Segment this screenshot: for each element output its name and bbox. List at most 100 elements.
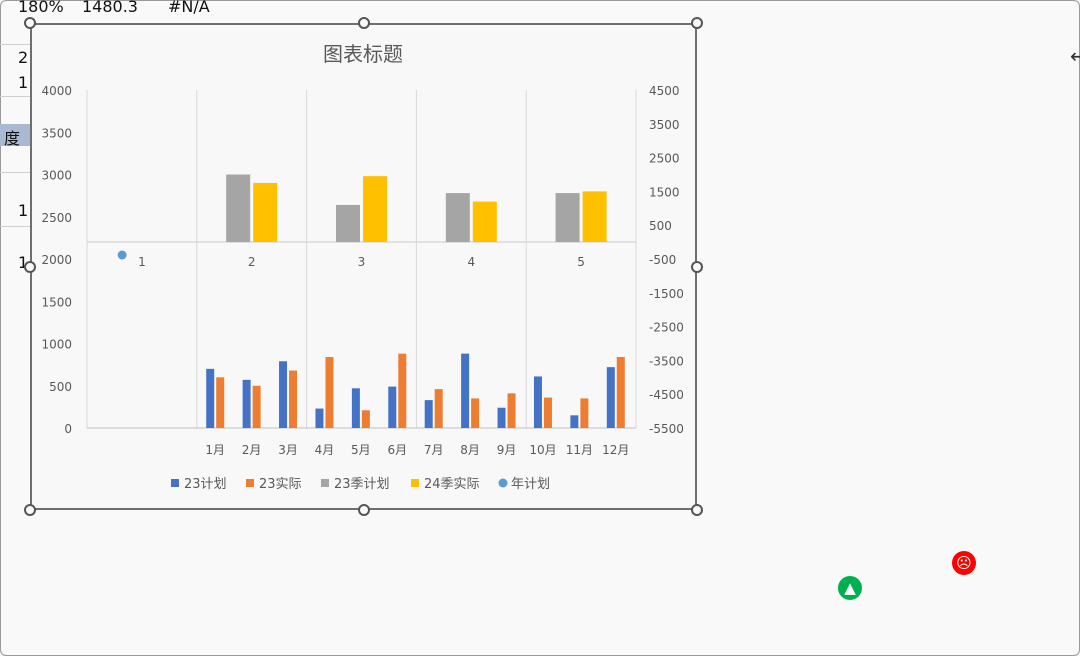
resize-handle-left[interactable] (24, 261, 36, 273)
quarter-tick-label: 4 (467, 255, 475, 269)
y2-tick-label: 3500 (649, 118, 680, 132)
cell-value[interactable]: 1480.3 (82, 0, 138, 16)
bar-month-23-plan (351, 388, 360, 428)
bar-month-23-plan (279, 361, 288, 428)
chart-title: 图表标题 (323, 42, 403, 66)
bar-month-23-plan (606, 367, 615, 428)
legend-label: 23实际 (259, 477, 302, 492)
y2-tick-label: -500 (649, 253, 676, 267)
chart-area[interactable]: 图表标题 4000 3500 3000 2500 2000 1500 1000 500 0 4 50… (30, 23, 697, 510)
month-tick-label: 1月 (205, 443, 225, 457)
y2-tick-label: -4500 (649, 388, 684, 402)
row-divider (0, 44, 30, 45)
bar-month-23-plan (424, 400, 433, 428)
month-tick-label: 5月 (351, 443, 371, 457)
month-tick-label: 6月 (387, 443, 407, 457)
legend-label: 年计划 (511, 477, 550, 492)
bar-month-23-actual (507, 393, 516, 428)
month-tick-label: 8月 (460, 443, 480, 457)
resize-handle-top-right[interactable] (691, 17, 703, 29)
bar-quarter-24-actual (582, 191, 607, 242)
bar-month-23-actual (325, 357, 334, 428)
bar-month-23-plan (242, 379, 251, 428)
month-tick-label: 3月 (278, 443, 298, 457)
thumbs-up-icon: ▲ (838, 576, 862, 600)
quarter-tick-label: 2 (248, 255, 256, 269)
bar-month-23-actual (289, 370, 298, 428)
month-tick-label: 7月 (424, 443, 444, 457)
cell-row4: 度 (4, 129, 21, 148)
bar-quarter-23-plan (555, 193, 580, 242)
annual-plan-point (117, 250, 127, 260)
legend-marker (321, 479, 329, 487)
resize-handle-right[interactable] (691, 261, 703, 273)
combo-chart: 图表标题 4000 3500 3000 2500 2000 1500 1000 500 0 4 50… (41, 42, 684, 492)
y-tick-label: 4000 (41, 84, 72, 98)
row-divider (0, 226, 30, 227)
sad-face-icon: ☹ (952, 551, 976, 575)
bar-month-23-plan (533, 376, 542, 428)
bar-month-23-actual (361, 410, 370, 428)
bar-quarter-24-actual (472, 201, 497, 242)
legend-label: 23计划 (184, 477, 227, 492)
y2-tick-label: -1500 (649, 287, 684, 301)
resize-handle-bottom[interactable] (358, 504, 370, 516)
bar-month-23-plan (206, 368, 215, 428)
resize-cursor-icon: ↔ (1070, 44, 1080, 68)
resize-handle-bottom-right[interactable] (691, 504, 703, 516)
y-tick-label: 2500 (41, 211, 72, 225)
bar-month-23-plan (388, 386, 397, 428)
bar-month-23-actual (398, 353, 407, 428)
month-tick-label: 11月 (566, 443, 593, 457)
y-tick-label: 1500 (41, 295, 72, 309)
bar-month-23-actual (252, 385, 261, 428)
month-tick-label: 4月 (315, 443, 335, 457)
y2-tick-label: 2500 (649, 152, 680, 166)
month-tick-label: 9月 (497, 443, 517, 457)
y-tick-label: 3000 (41, 169, 72, 183)
y2-tick-label: 1500 (649, 185, 680, 199)
legend-label: 24季实际 (424, 477, 480, 492)
month-tick-label: 2月 (242, 443, 262, 457)
bar-month-23-actual (434, 389, 443, 428)
y-tick-label: 3500 (41, 126, 72, 140)
bar-quarter-24-actual (363, 176, 387, 242)
quarter-tick-label: 3 (358, 255, 366, 269)
bar-quarter-23-plan (445, 193, 470, 242)
y2-tick-label: -2500 (649, 321, 684, 335)
cell-row5[interactable]: 1 (18, 201, 28, 220)
cell-row2[interactable]: 2 (18, 48, 28, 67)
resize-handle-top[interactable] (358, 17, 370, 29)
legend-marker (498, 478, 508, 488)
bar-quarter-23-plan (226, 174, 251, 242)
month-tick-label: 10月 (529, 443, 556, 457)
y2-tick-label: 500 (649, 219, 672, 233)
resize-handle-top-left[interactable] (24, 17, 36, 29)
y-tick-label: 500 (49, 380, 72, 394)
row-divider (0, 96, 30, 97)
cell-percent[interactable]: 180% (18, 0, 64, 16)
cell-row3[interactable]: 1 (18, 73, 28, 92)
y2-tick-label: -5500 (649, 422, 684, 436)
y-tick-label: 1000 (41, 338, 72, 352)
bar-month-23-plan (315, 408, 324, 428)
bar-month-23-plan (570, 415, 579, 428)
cell-na[interactable]: #N/A (168, 0, 210, 16)
bar-month-23-actual (580, 398, 589, 428)
bar-month-23-actual (471, 398, 480, 428)
y-tick-label: 2000 (41, 253, 72, 267)
bar-quarter-23-plan (336, 204, 360, 242)
bar-quarter-24-actual (253, 182, 278, 242)
legend-marker (246, 479, 254, 487)
bar-month-23-actual (543, 397, 552, 428)
month-tick-label: 12月 (602, 443, 629, 457)
y-tick-label: 0 (64, 422, 72, 436)
legend-marker (171, 479, 179, 487)
row-divider (0, 172, 30, 173)
resize-handle-bottom-left[interactable] (24, 504, 36, 516)
selected-cell[interactable]: 度 (0, 124, 30, 148)
y2-tick-label: -3500 (649, 354, 684, 368)
bar-month-23-actual (216, 377, 225, 428)
quarter-tick-label: 1 (138, 255, 146, 269)
bar-month-23-actual (616, 357, 625, 428)
